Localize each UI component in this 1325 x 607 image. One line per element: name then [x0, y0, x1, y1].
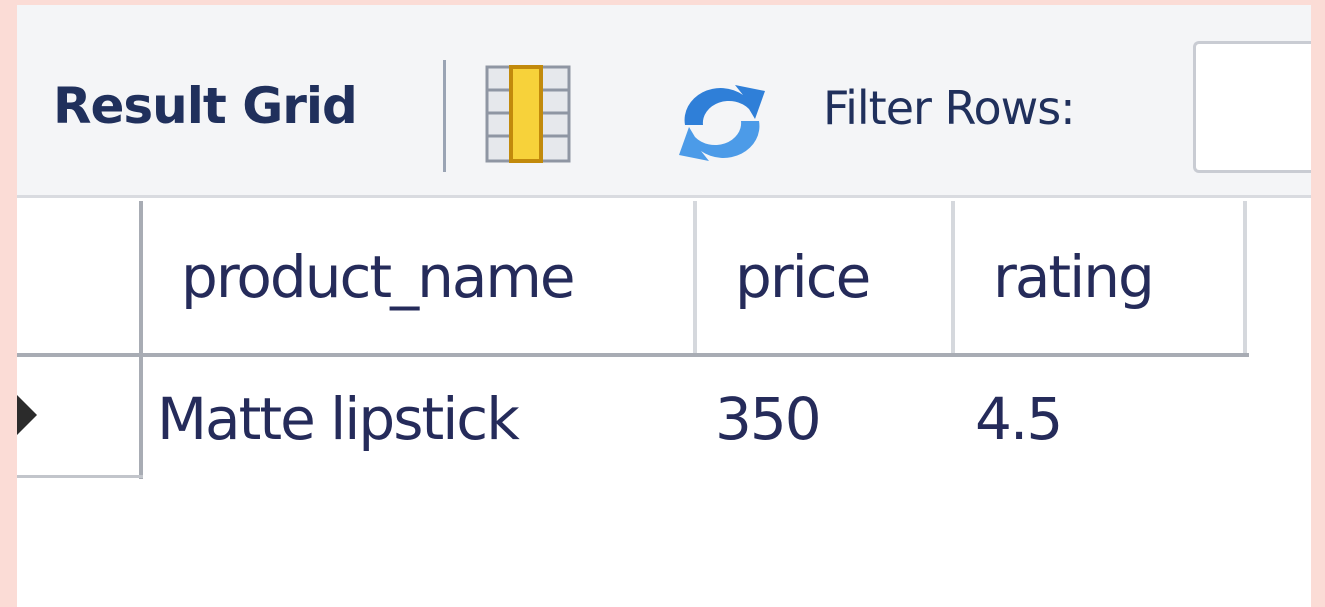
row-indicator-border [139, 357, 143, 479]
column-header-rating[interactable]: rating [993, 243, 1155, 311]
column-header-product-name[interactable]: product_name [181, 243, 576, 311]
refresh-icon[interactable] [671, 81, 773, 165]
filter-rows-input[interactable] [1193, 41, 1311, 173]
current-row-indicator-icon [17, 395, 37, 435]
header-indicator-separator [139, 201, 143, 353]
header-column-separator[interactable] [1243, 201, 1247, 353]
grid-layout-icon[interactable] [485, 63, 571, 165]
filter-rows-label: Filter Rows: [823, 81, 1076, 135]
column-header-price[interactable]: price [735, 243, 871, 311]
header-column-separator[interactable] [693, 201, 697, 353]
toolbar-separator [443, 60, 446, 172]
row-indicator-divider [17, 475, 143, 478]
header-column-separator[interactable] [951, 201, 955, 353]
cell-product-name[interactable]: Matte lipstick [157, 385, 520, 453]
cell-rating[interactable]: 4.5 [975, 385, 1063, 453]
table-row[interactable]: Matte lipstick 350 4.5 [17, 357, 1249, 479]
result-grid-tab[interactable]: Result Grid [53, 77, 358, 135]
cell-price[interactable]: 350 [715, 385, 822, 453]
result-panel: Result Grid Filter Rows: product_name pr… [17, 5, 1311, 607]
result-toolbar: Result Grid Filter Rows: [17, 5, 1311, 198]
grid-header-row: product_name price rating [17, 201, 1249, 357]
